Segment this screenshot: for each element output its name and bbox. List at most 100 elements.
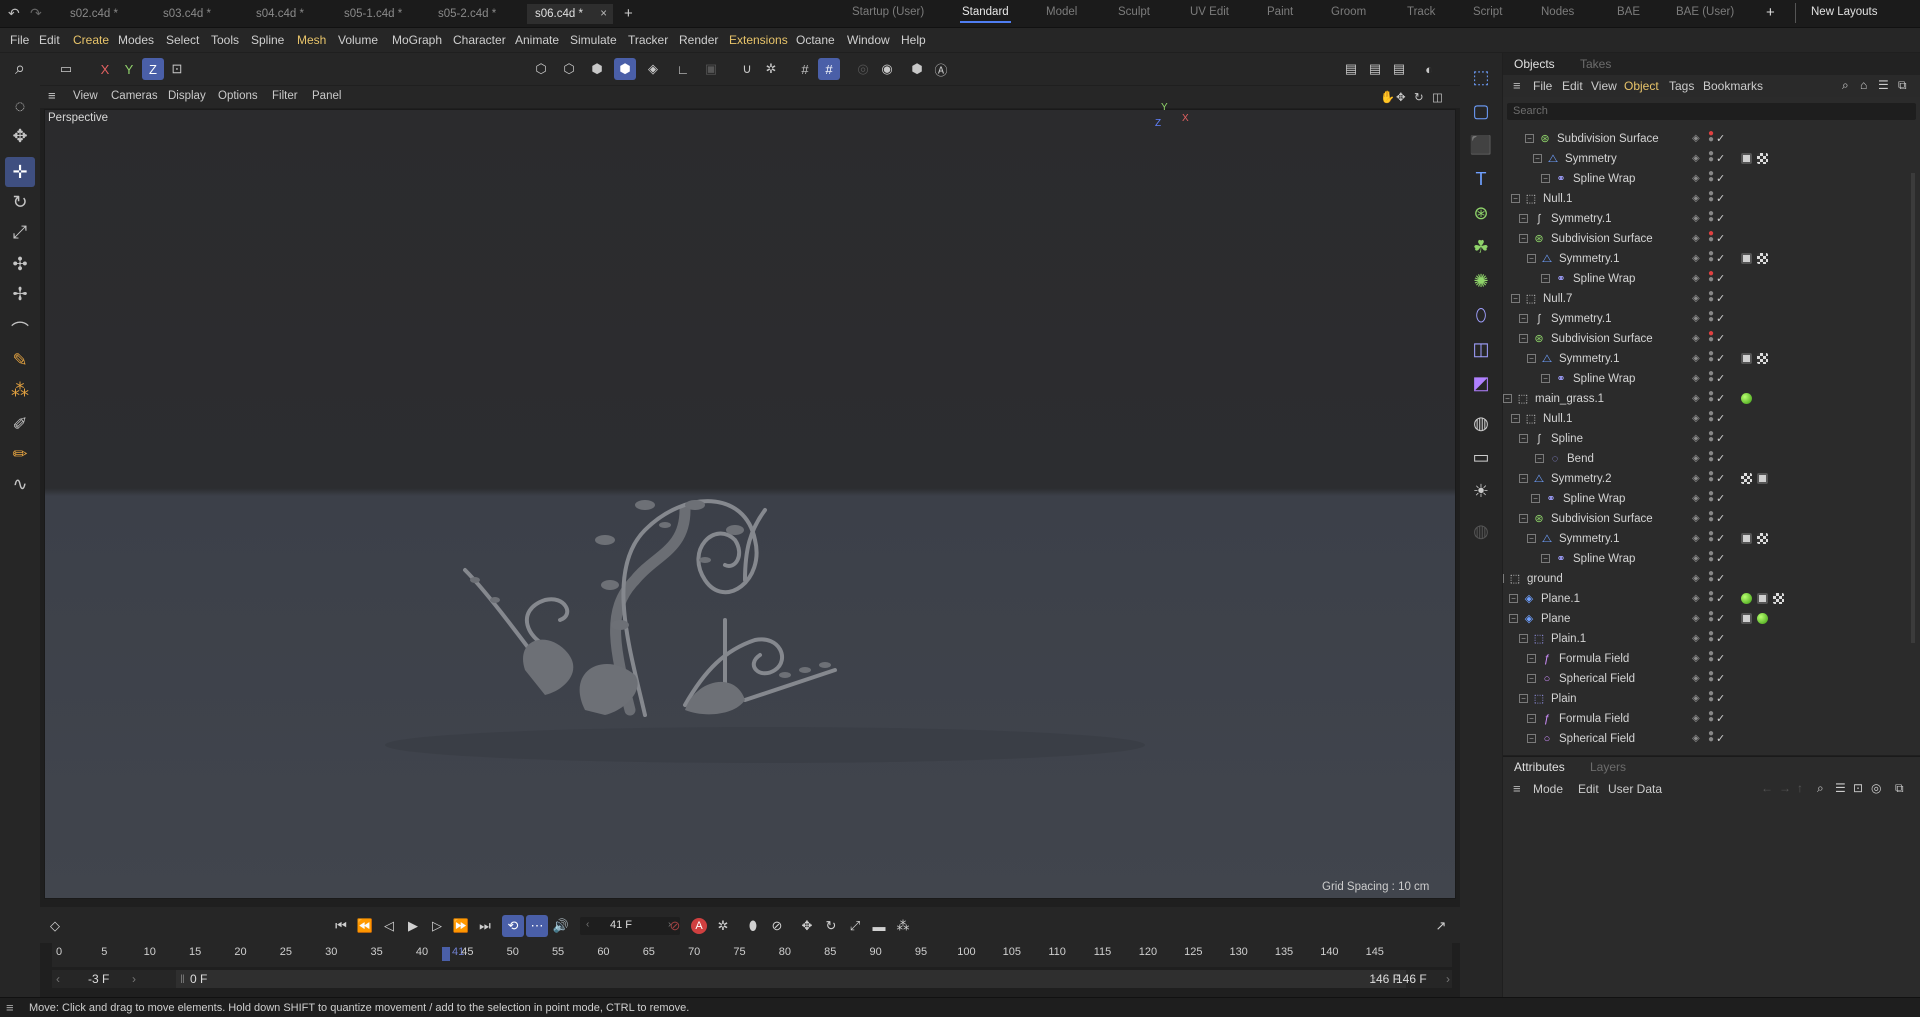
search-icon[interactable]: ⌕ (1817, 781, 1824, 796)
object-row[interactable]: − ⬚ Null.1 ◈ ● ● ✓ (1503, 409, 1920, 430)
enable-check-icon[interactable]: ✓ (1716, 172, 1725, 185)
expand-toggle-icon[interactable]: − (1509, 614, 1518, 623)
expand-toggle-icon[interactable]: − (1503, 394, 1512, 403)
layer-icon[interactable]: ◈ (1692, 253, 1700, 264)
enable-check-icon[interactable]: ✓ (1716, 432, 1725, 445)
expand-toggle-icon[interactable]: − (1511, 294, 1520, 303)
green-ball-tag-icon[interactable] (1741, 393, 1752, 404)
model-mode-icon[interactable]: ⬢ (614, 58, 636, 80)
cloner-icon[interactable]: ☘ (1467, 233, 1495, 261)
menu-mograph[interactable]: MoGraph (392, 33, 442, 47)
layer-icon[interactable]: ◈ (1692, 173, 1700, 184)
layout-tab[interactable]: Groom (1331, 6, 1366, 18)
visibility-dots-icon[interactable]: ● ● (1708, 689, 1714, 705)
enable-check-icon[interactable]: ✓ (1716, 152, 1725, 165)
checker-tag-icon[interactable] (1757, 153, 1768, 164)
layer-icon[interactable]: ◈ (1692, 193, 1700, 204)
layer-icon[interactable]: ◈ (1692, 273, 1700, 284)
file-tab[interactable]: s02.c4d * (62, 4, 157, 24)
placement-tool-icon[interactable]: ✢ (5, 279, 35, 309)
new-window-icon[interactable]: ⧉ (1895, 781, 1904, 796)
key-point-icon[interactable]: ⁂ (892, 915, 914, 937)
object-row[interactable]: − ⧍ Symmetry.1 ◈ ● ● ✓ (1503, 249, 1920, 270)
visibility-dots-icon[interactable]: ● ● (1708, 469, 1714, 485)
object-row[interactable]: −⬚ ground ◈ ●●✓ (1503, 569, 1920, 590)
enable-check-icon[interactable]: ✓ (1716, 452, 1725, 465)
object-row[interactable]: − ⧍ Symmetry.1 ◈ ● ● ✓ (1503, 529, 1920, 550)
visibility-dots-icon[interactable]: ● ● (1708, 529, 1714, 545)
viewport-menu-filter[interactable]: Filter (272, 90, 298, 102)
object-row[interactable]: − ⧍ Symmetry.2 ◈ ● ● ✓ (1503, 469, 1920, 490)
enable-check-icon[interactable]: ✓ (1716, 332, 1725, 345)
object-name[interactable]: Spherical Field (1559, 733, 1635, 745)
layer-icon[interactable]: ◈ (1692, 633, 1700, 644)
visibility-dots-icon[interactable]: ● ● (1708, 549, 1714, 565)
object-name[interactable]: Symmetry.1 (1559, 533, 1620, 545)
layer-icon[interactable]: ◈ (1692, 573, 1700, 584)
menu-modes[interactable]: Modes (118, 33, 154, 47)
live-selection-icon[interactable]: ◌ (5, 91, 35, 121)
file-tab-active[interactable]: s06.c4d * × (527, 4, 613, 24)
enable-check-icon[interactable]: ✓ (1716, 312, 1725, 325)
object-name[interactable]: Symmetry.2 (1551, 473, 1612, 485)
object-name[interactable]: Spline Wrap (1573, 553, 1635, 565)
expand-toggle-icon[interactable]: − (1519, 434, 1528, 443)
visibility-dots-icon[interactable]: ● ● (1708, 609, 1714, 625)
attributes-menu-edit[interactable]: Edit (1578, 782, 1599, 796)
phong-tag-icon[interactable] (1741, 253, 1752, 264)
cube-icon[interactable]: ⬛ (1467, 131, 1495, 159)
enable-check-icon[interactable]: ✓ (1716, 632, 1725, 645)
layer-icon[interactable]: ◈ (1692, 473, 1700, 484)
layout-tab[interactable]: Startup (User) (852, 6, 924, 18)
object-row[interactable]: − ⊛ Subdivision Surface ◈ ● ● ✓ (1503, 329, 1920, 350)
object-name[interactable]: Symmetry.1 (1559, 253, 1620, 265)
enable-check-icon[interactable]: ✓ (1716, 592, 1725, 605)
enable-check-icon[interactable]: ✓ (1716, 692, 1725, 705)
object-name[interactable]: Subdivision Surface (1551, 513, 1653, 525)
expand-toggle-icon[interactable]: − (1525, 134, 1534, 143)
object-row[interactable]: − ⬚ main_grass.1 ◈ ● ● ✓ (1503, 389, 1920, 410)
search-icon[interactable]: ⌕ (5, 53, 35, 83)
enable-check-icon[interactable]: ✓ (1716, 392, 1725, 405)
visibility-dots-icon[interactable]: ● ● (1708, 229, 1714, 245)
layout-tab[interactable]: BAE (1617, 6, 1640, 18)
enable-check-icon[interactable]: ✓ (1716, 292, 1725, 305)
layer-icon[interactable]: ◈ (1692, 373, 1700, 384)
range-start-increment-icon[interactable]: › (132, 972, 136, 986)
object-name[interactable]: Spline Wrap (1573, 273, 1635, 285)
forward-arrow-icon[interactable]: → (1779, 781, 1791, 795)
layer-icon[interactable]: ◈ (1692, 533, 1700, 544)
expand-toggle-icon[interactable]: − (1527, 254, 1536, 263)
playback-mode-icon[interactable]: ⋯ (526, 915, 548, 937)
range-end-value[interactable]: 146 F (1396, 972, 1427, 986)
visibility-dots-icon[interactable]: ● ● (1708, 289, 1714, 305)
object-row[interactable]: − ⚭ Spline Wrap ◈ ● ● ✓ (1503, 369, 1920, 390)
menu-help[interactable]: Help (901, 33, 926, 47)
checker-tag-icon[interactable] (1757, 253, 1768, 264)
object-row[interactable]: − ○ Spherical Field ◈ ● ● ✓ (1503, 729, 1920, 750)
enable-check-icon[interactable]: ✓ (1716, 212, 1725, 225)
enable-check-icon[interactable]: ✓ (1716, 412, 1725, 425)
enable-check-icon[interactable]: ✓ (1716, 512, 1725, 525)
go-to-start-icon[interactable]: ⏮ (330, 915, 352, 937)
y-axis-lock[interactable]: Y (118, 58, 140, 80)
layer-icon[interactable]: ◈ (1692, 433, 1700, 444)
object-row[interactable]: − ⚭ Spline Wrap ◈ ● ● ✓ (1503, 549, 1920, 570)
menu-simulate[interactable]: Simulate (570, 33, 617, 47)
checker-tag-icon[interactable] (1757, 533, 1768, 544)
effector-icon[interactable]: ✺ (1467, 267, 1495, 295)
expand-toggle-icon[interactable]: − (1541, 374, 1550, 383)
layer-icon[interactable]: ◈ (1692, 733, 1700, 744)
key-position-icon[interactable]: ✥ (796, 915, 818, 937)
menu-window[interactable]: Window (847, 33, 890, 47)
key-scale-icon[interactable]: ⤢ (844, 915, 866, 937)
object-name[interactable]: Null.1 (1543, 413, 1572, 425)
object-name[interactable]: Spline Wrap (1573, 373, 1635, 385)
menu-octane[interactable]: Octane (796, 33, 835, 47)
green-ball-tag-icon[interactable] (1757, 613, 1768, 624)
layer-icon[interactable]: ◈ (1692, 593, 1700, 604)
expand-toggle-icon[interactable]: − (1531, 494, 1540, 503)
layer-icon[interactable]: ◈ (1692, 553, 1700, 564)
expand-toggle-icon[interactable]: − (1527, 354, 1536, 363)
workplane-icon[interactable]: # (794, 58, 816, 80)
